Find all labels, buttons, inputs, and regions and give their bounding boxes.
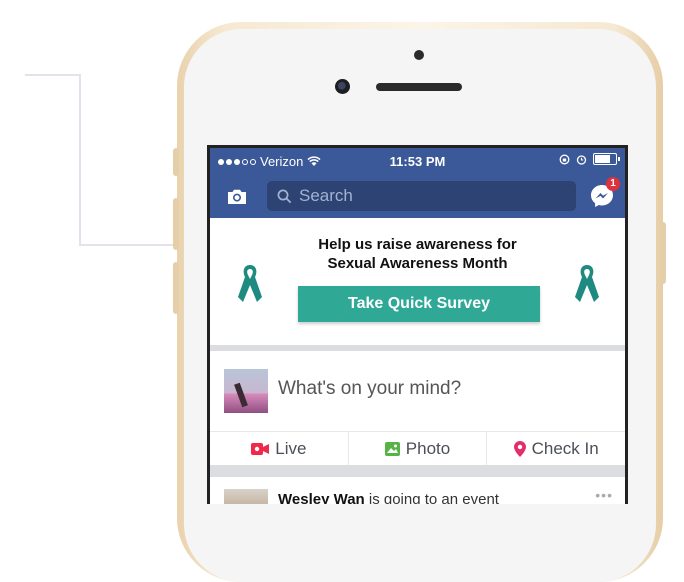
front-camera bbox=[335, 79, 350, 94]
live-label: Live bbox=[275, 438, 307, 458]
earpiece-speaker bbox=[376, 83, 462, 91]
phone-screen: Verizon 11:53 PM Search 1 Help us raise … bbox=[207, 145, 628, 504]
story-author[interactable]: Wesley Wan bbox=[278, 491, 365, 504]
photo-button[interactable]: Photo bbox=[347, 432, 487, 465]
awareness-heading: Help us raise awareness for Sexual Aware… bbox=[210, 235, 625, 273]
volume-up-button bbox=[173, 198, 179, 250]
photo-icon bbox=[384, 441, 400, 456]
awareness-line-1: Help us raise awareness for bbox=[318, 236, 517, 253]
feed-separator bbox=[210, 465, 625, 477]
alarm-icon bbox=[576, 154, 587, 165]
live-video-icon bbox=[251, 442, 270, 455]
live-button[interactable]: Live bbox=[210, 432, 348, 465]
composer-actions: Live Photo Check In bbox=[210, 432, 625, 465]
mute-switch bbox=[173, 148, 179, 176]
check-in-label: Check In bbox=[531, 438, 599, 458]
story-action: is going to an event bbox=[368, 491, 499, 504]
friend-avatar[interactable] bbox=[224, 489, 268, 504]
callout-line bbox=[25, 74, 80, 76]
rotation-lock-icon bbox=[559, 154, 570, 164]
photo-label: Photo bbox=[405, 438, 451, 458]
volume-down-button bbox=[173, 262, 179, 314]
search-input[interactable]: Search bbox=[267, 181, 576, 211]
feed-story: Wesley Wan is going to an event ••• bbox=[210, 477, 625, 504]
more-options-icon[interactable]: ••• bbox=[595, 487, 613, 503]
top-navbar: Search 1 bbox=[210, 175, 625, 218]
battery-icon bbox=[593, 153, 620, 165]
search-placeholder: Search bbox=[299, 186, 353, 205]
story-header: Wesley Wan is going to an event bbox=[278, 491, 499, 504]
notification-badge: 1 bbox=[606, 177, 620, 191]
awareness-card: Help us raise awareness for Sexual Aware… bbox=[210, 218, 625, 345]
status-bar: Verizon 11:53 PM bbox=[210, 148, 625, 175]
awareness-line-2: Sexual Awareness Month bbox=[327, 255, 508, 272]
search-icon bbox=[277, 189, 292, 203]
status-icons bbox=[559, 153, 620, 165]
check-in-button[interactable]: Check In bbox=[486, 432, 625, 465]
callout-line bbox=[79, 74, 81, 245]
awareness-ribbon-icon bbox=[575, 265, 599, 302]
user-avatar[interactable] bbox=[224, 369, 268, 413]
composer-card: What's on your mind? Live Photo Check In bbox=[210, 351, 625, 465]
camera-icon[interactable] bbox=[225, 185, 249, 209]
take-survey-button[interactable]: Take Quick Survey bbox=[298, 286, 540, 322]
proximity-sensor bbox=[414, 50, 424, 60]
power-button bbox=[660, 222, 666, 284]
status-composer-input[interactable]: What's on your mind? bbox=[278, 378, 461, 400]
location-pin-icon bbox=[513, 440, 526, 457]
